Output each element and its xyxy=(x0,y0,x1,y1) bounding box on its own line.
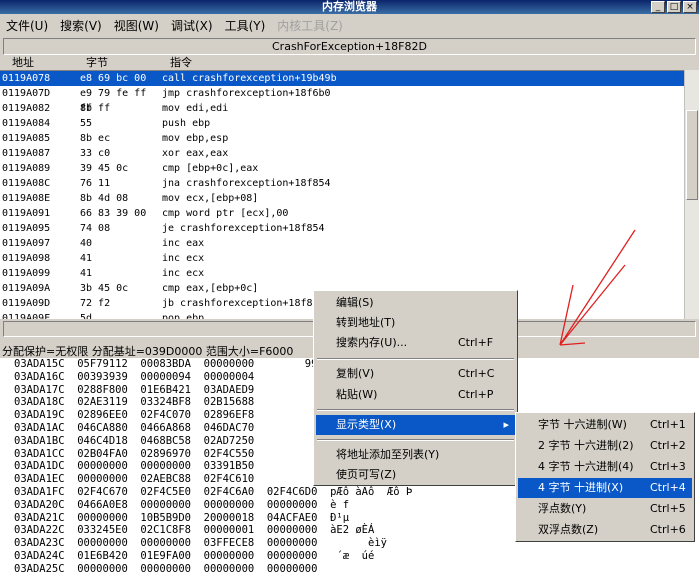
menu-kernel-tools: 内核工具(Z) xyxy=(277,18,343,33)
disasm-instruction: jna crashforexception+18f854 xyxy=(162,178,331,189)
disasm-bytes: 8b ff xyxy=(80,103,111,114)
disasm-address: 0119A07D xyxy=(2,88,51,99)
disasm-instruction: mov ebp,esp xyxy=(162,133,229,144)
close-icon[interactable]: × xyxy=(683,1,697,13)
disasm-bytes: 3b 45 0c xyxy=(80,283,129,294)
scroll-thumb[interactable] xyxy=(686,110,698,200)
menu-item-goto-address[interactable]: 转到地址(T) xyxy=(316,313,515,333)
disasm-row[interactable]: 0119A085 8b ec mov ebp,esp xyxy=(0,131,699,146)
disasm-address: 0119A08C xyxy=(2,178,51,189)
hex-row[interactable]: 03ADA25C 00000000 00000000 00000000 0000… xyxy=(0,563,699,576)
header-bytes[interactable]: 字节 xyxy=(78,56,160,70)
submenu-2byte-hex[interactable]: 2 字节 十六进制(2) Ctrl+2 xyxy=(518,436,692,456)
disasm-bytes: 66 83 39 00 xyxy=(80,208,147,219)
menu-item-paste[interactable]: 粘贴(W) Ctrl+P xyxy=(316,385,515,405)
disasm-row[interactable]: 0119A084 55 push ebp xyxy=(0,116,699,131)
disasm-row[interactable]: 0119A07D e9 79 fe ff ff jmp crashforexcept… xyxy=(0,86,699,114)
disasm-instruction: mov edi,edi xyxy=(162,103,229,114)
disasm-bytes: 5d xyxy=(80,313,93,319)
menu-item-make-writable[interactable]: 使页可写(Z) xyxy=(316,465,515,485)
submenu-4byte-decimal[interactable]: 4 字节 十进制(X) Ctrl+4 xyxy=(518,478,692,498)
disasm-bytes: 8b 4d 08 xyxy=(80,193,129,204)
disasm-address: 0119A098 xyxy=(2,253,51,264)
disasm-row[interactable]: 0119A087 33 c0 xor eax,eax xyxy=(0,146,699,161)
disasm-address: 0119A091 xyxy=(2,208,51,219)
disasm-address: 0119A087 xyxy=(2,148,51,159)
disassembly-header: 地址 字节 指令 xyxy=(0,56,699,71)
submenu-4byte-hex[interactable]: 4 字节 十六进制(4) Ctrl+3 xyxy=(518,457,692,477)
disasm-address: 0119A08E xyxy=(2,193,51,204)
address-label: CrashForException+18F82D xyxy=(3,38,696,55)
disasm-address: 0119A085 xyxy=(2,133,51,144)
disasm-row[interactable]: 0119A08C 76 11 jna crashforexception+18f85… xyxy=(0,176,699,191)
disasm-bytes: 8b ec xyxy=(80,133,111,144)
menu-file[interactable]: 文件(U) xyxy=(0,17,54,34)
disasm-address: 0119A097 xyxy=(2,238,51,249)
menu-debug[interactable]: 调试(X) xyxy=(165,17,219,34)
disasm-instruction: call crashforexception+19b49b xyxy=(162,73,337,84)
maximize-icon[interactable]: □ xyxy=(667,1,681,13)
disasm-bytes: 40 xyxy=(80,238,93,249)
menu-item-add-address[interactable]: 将地址添加至列表(Y) xyxy=(316,445,515,465)
disasm-address: 0119A089 xyxy=(2,163,51,174)
red-annotation-scribble xyxy=(559,229,636,346)
disasm-address: 0119A082 xyxy=(2,103,51,114)
header-opcode[interactable]: 指令 xyxy=(160,56,192,70)
disasm-bytes: 72 f2 xyxy=(80,298,111,309)
disasm-bytes: 41 xyxy=(80,268,93,279)
disasm-bytes: 39 45 0c xyxy=(80,163,129,174)
disasm-instruction: xor eax,eax xyxy=(162,148,229,159)
disasm-bytes: 76 11 xyxy=(80,178,111,189)
menu-search[interactable]: 搜索(V) xyxy=(54,17,108,34)
disasm-bytes: 55 xyxy=(80,118,93,129)
menu-item-display-type[interactable]: 显示类型(X) ▸ xyxy=(316,415,515,435)
menu-bar: 文件(U) 搜索(V) 视图(W) 调试(X) 工具(Y) 内核工具(Z) xyxy=(0,14,699,36)
disasm-address: 0119A09D xyxy=(2,298,51,309)
disasm-row[interactable]: 0119A089 39 45 0c cmp [ebp+0c],eax xyxy=(0,161,699,176)
disasm-instruction: mov ecx,[ebp+08] xyxy=(162,193,259,204)
disasm-instruction: cmp word ptr [ecx],00 xyxy=(162,208,289,219)
submenu-arrow-icon: ▸ xyxy=(503,418,509,431)
window-title: 内存浏览器 xyxy=(322,0,377,13)
menu-item-copy[interactable]: 复制(V) Ctrl+C xyxy=(316,364,515,384)
protection-info: 分配保护=无权限 分配基址=039D0000 范围大小=F6000 xyxy=(2,345,294,358)
menu-view[interactable]: 视图(W) xyxy=(108,17,165,34)
disasm-bytes: 74 08 xyxy=(80,223,111,234)
disasm-row[interactable]: 0119A078 e8 69 bc 00 00 call crashforexcep… xyxy=(0,71,699,99)
disasm-instruction: push ebp xyxy=(162,118,211,129)
hex-row[interactable]: 03ADA24C 01E6B420 01E9FA00 00000000 0000… xyxy=(0,550,699,563)
context-menu: 编辑(S) 转到地址(T) 搜索内存(U)... Ctrl+F 复制(V) Ctrl… xyxy=(313,290,518,486)
display-type-submenu: 字节 十六进制(W) Ctrl+1 2 字节 十六进制(2) Ctrl+2 4 字节… xyxy=(515,412,695,542)
submenu-float[interactable]: 浮点数(Y) Ctrl+5 xyxy=(518,499,692,519)
disasm-bytes: e9 79 fe ff ff xyxy=(80,88,147,114)
disasm-address: 0119A078 xyxy=(2,73,51,84)
disasm-row[interactable]: 0119A082 8b ff mov edi,edi xyxy=(0,101,699,116)
disassembly-scrollbar[interactable] xyxy=(684,70,699,319)
disasm-row[interactable]: 0119A091 66 83 39 00 cmp word ptr [ecx],00 xyxy=(0,206,699,221)
disasm-instruction: cmp [ebp+0c],eax xyxy=(162,163,259,174)
menu-item-edit[interactable]: 编辑(S) xyxy=(316,293,515,313)
disasm-bytes: 41 xyxy=(80,253,93,264)
menu-tools[interactable]: 工具(Y) xyxy=(219,17,272,34)
disasm-bytes: 33 c0 xyxy=(80,148,111,159)
disasm-address: 0119A09A xyxy=(2,283,51,294)
submenu-byte-hex[interactable]: 字节 十六进制(W) Ctrl+1 xyxy=(518,415,692,435)
disasm-address: 0119A099 xyxy=(2,268,51,279)
header-address[interactable]: 地址 xyxy=(0,56,78,70)
disasm-instruction: jmp crashforexception+18f6b0 xyxy=(162,88,331,99)
disasm-bytes: e8 69 bc 00 00 xyxy=(80,73,147,99)
menu-item-search-memory[interactable]: 搜索内存(U)... Ctrl+F xyxy=(316,333,515,353)
disasm-row[interactable]: 0119A08E 8b 4d 08 mov ecx,[ebp+08] xyxy=(0,191,699,206)
disasm-address: 0119A09F xyxy=(2,313,51,319)
submenu-double[interactable]: 双浮点数(Z) Ctrl+6 xyxy=(518,520,692,540)
disasm-address: 0119A084 xyxy=(2,118,51,129)
title-bar: 内存浏览器 _ □ × xyxy=(0,0,699,14)
disasm-address: 0119A095 xyxy=(2,223,51,234)
minimize-icon[interactable]: _ xyxy=(651,1,665,13)
